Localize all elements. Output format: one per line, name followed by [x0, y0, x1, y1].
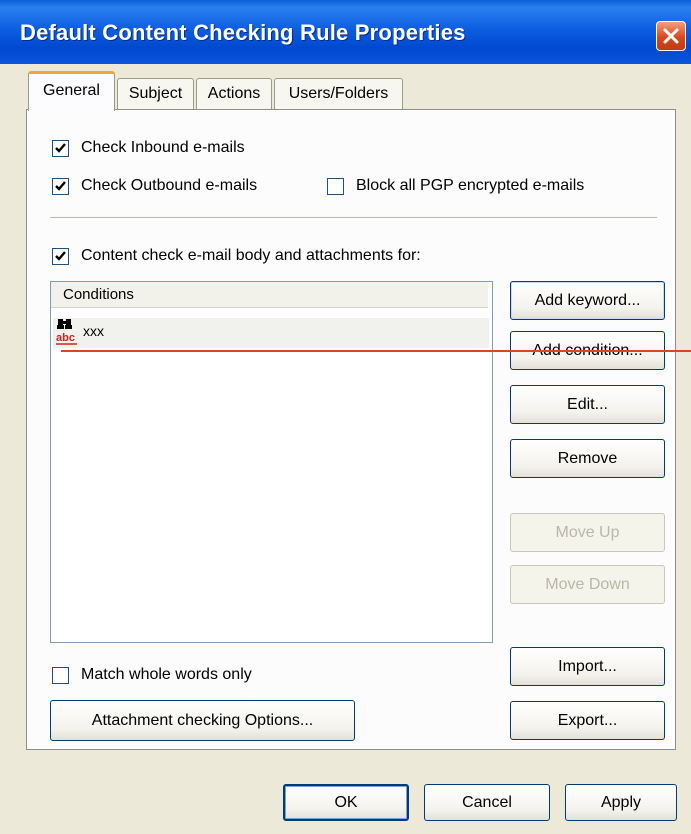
annotation-line: [61, 350, 691, 352]
check-outbound-label: Check Outbound e-mails: [81, 177, 258, 194]
content-check-row[interactable]: Content check e-mail body and attachment…: [52, 245, 421, 267]
conditions-list[interactable]: Conditions abc xxx: [50, 281, 493, 643]
ok-button[interactable]: OK: [283, 784, 409, 821]
condition-text: xxx: [83, 323, 104, 339]
content-check-checkbox[interactable]: [52, 247, 69, 265]
dialog-window: Default Content Checking Rule Properties…: [0, 0, 691, 834]
tab-subject[interactable]: Subject: [117, 78, 194, 110]
match-whole-words-label: Match whole words only: [81, 666, 252, 683]
block-pgp-checkbox[interactable]: [327, 177, 344, 195]
edit-button[interactable]: Edit...: [510, 385, 665, 424]
list-item[interactable]: abc xxx: [53, 318, 489, 348]
remove-button[interactable]: Remove: [510, 439, 665, 478]
checkmark-icon: [55, 250, 66, 261]
check-inbound-checkbox[interactable]: [52, 139, 69, 157]
match-whole-words-checkbox[interactable]: [52, 666, 69, 684]
window-title: Default Content Checking Rule Properties: [20, 20, 466, 45]
add-keyword-button[interactable]: Add keyword...: [510, 281, 665, 320]
attachment-checking-options-button[interactable]: Attachment checking Options...: [50, 700, 355, 741]
match-whole-words-row[interactable]: Match whole words only: [52, 664, 252, 686]
content-check-label: Content check e-mail body and attachment…: [81, 247, 421, 264]
svg-text:abc: abc: [56, 332, 75, 344]
checkmark-icon: [55, 142, 66, 153]
check-outbound-checkbox[interactable]: [52, 177, 69, 195]
move-up-button[interactable]: Move Up: [510, 513, 665, 552]
cancel-button[interactable]: Cancel: [424, 784, 550, 821]
move-down-button[interactable]: Move Down: [510, 565, 665, 604]
conditions-column-header[interactable]: Conditions: [51, 282, 488, 308]
close-icon: [663, 28, 679, 44]
export-button[interactable]: Export...: [510, 701, 665, 740]
check-inbound-row[interactable]: Check Inbound e-mails: [52, 137, 245, 159]
close-button[interactable]: [656, 21, 686, 51]
title-bar[interactable]: Default Content Checking Rule Properties: [0, 0, 691, 64]
check-outbound-row[interactable]: Check Outbound e-mails: [52, 175, 257, 197]
block-pgp-row[interactable]: Block all PGP encrypted e-mails: [327, 175, 584, 197]
check-inbound-label: Check Inbound e-mails: [81, 139, 245, 156]
import-button[interactable]: Import...: [510, 647, 665, 686]
checkmark-icon: [55, 180, 66, 191]
tab-actions[interactable]: Actions: [196, 78, 272, 110]
keyword-binoculars-icon: abc: [56, 319, 77, 345]
tab-general[interactable]: General: [28, 71, 115, 111]
separator: [50, 217, 657, 219]
block-pgp-label: Block all PGP encrypted e-mails: [356, 177, 585, 194]
apply-button[interactable]: Apply: [565, 784, 677, 821]
tab-users-folders[interactable]: Users/Folders: [274, 78, 403, 110]
